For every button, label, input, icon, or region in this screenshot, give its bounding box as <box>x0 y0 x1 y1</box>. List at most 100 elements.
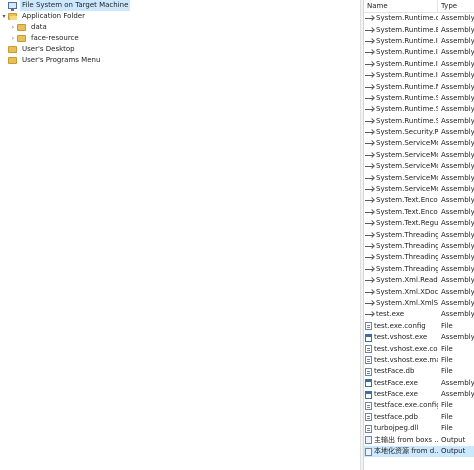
list-cell-name: testFace.exe <box>364 389 438 400</box>
list-row[interactable]: System.Runtime.N...Assembly <box>364 81 474 92</box>
file-name: System.Threading... <box>376 242 438 250</box>
reference-icon <box>365 141 374 146</box>
folder-icon <box>8 57 17 64</box>
list-row[interactable]: turbojpeg.dll File <box>364 423 474 434</box>
file-type: Assembly <box>441 390 474 399</box>
list-row[interactable]: test.vshost.exe Assembly <box>364 332 474 343</box>
list-row[interactable]: System.ServiceMo...Assembly <box>364 184 474 195</box>
reference-icon <box>365 62 374 67</box>
list-cell-name: 主输出 from boxs ... <box>364 435 438 446</box>
list-row[interactable]: testFace.exe Assembly <box>364 389 474 400</box>
file-name: System.Text.Enco... <box>376 196 438 205</box>
list-row[interactable]: System.Xml.XDoc...Assembly <box>364 286 474 297</box>
list-row[interactable]: System.Runtime.S...Assembly <box>364 93 474 104</box>
reference-icon <box>365 130 374 135</box>
collapse-arrow-icon[interactable]: ▾ <box>0 11 8 22</box>
list-row[interactable]: test.exe Assembly <box>364 309 474 320</box>
list-row[interactable]: testFace.exe Assembly <box>364 378 474 389</box>
list-row[interactable]: System.Threading...Assembly <box>364 252 474 263</box>
list-row[interactable]: testface.pdb File <box>364 412 474 423</box>
file-type: Assembly <box>441 310 474 319</box>
list-row[interactable]: System.Threading...Assembly <box>364 229 474 240</box>
list-cell-name: testface.exe.config <box>364 400 438 411</box>
reference-icon <box>365 176 374 181</box>
list-row[interactable]: System.Text.Enco... Assembly <box>364 195 474 206</box>
tree-item[interactable]: ▾ Application Folder <box>0 11 87 22</box>
reference-icon <box>365 290 374 295</box>
list-row[interactable]: 本地化资源 from d... Output <box>364 445 474 458</box>
tree-item[interactable]: File System on Target Machine <box>0 0 131 11</box>
tree-item[interactable]: User's Programs Menu <box>0 55 102 66</box>
list-row[interactable]: test.vshost.exe.ma...File <box>364 355 474 366</box>
application-icon <box>365 333 372 342</box>
reference-icon <box>365 312 374 317</box>
list-row[interactable]: 主输出 from boxs ... Output <box>364 434 474 445</box>
list-row[interactable]: System.Runtime.In...Assembly <box>364 36 474 47</box>
file-type: File <box>441 321 453 330</box>
tree-item[interactable]: › data <box>9 22 49 33</box>
application-icon <box>365 390 372 399</box>
list-cell-name: testface.pdb <box>364 412 438 423</box>
file-type: Assembly <box>441 162 474 171</box>
list-row[interactable]: System.Runtime.In...Assembly <box>364 59 474 70</box>
list-row[interactable]: System.Threading...Assembly <box>364 241 474 252</box>
list-row[interactable]: System.Text.Regul...Assembly <box>364 218 474 229</box>
output-icon <box>365 436 372 445</box>
list-row[interactable]: System.Runtime.In...Assembly <box>364 47 474 58</box>
reference-icon <box>365 73 374 78</box>
list-row[interactable]: System.Security.P... Assembly <box>364 127 474 138</box>
list-row[interactable]: test.exe.config File <box>364 321 474 332</box>
list-cell-name: System.Runtime.In... <box>364 59 438 70</box>
file-type: Assembly <box>441 207 474 216</box>
list-row[interactable]: test.vshost.exe.co... File <box>364 343 474 354</box>
list-cell-name: System.Runtime.S... <box>364 93 438 104</box>
list-row[interactable]: System.Runtime.dll Assembly <box>364 13 474 24</box>
file-name: System.Runtime.In... <box>376 48 438 57</box>
file-type: Assembly <box>441 185 474 194</box>
file-name: System.Security.P... <box>376 128 438 137</box>
list-cell-name: System.ServiceMo... <box>364 184 438 195</box>
list-cell-name: System.ServiceMo... <box>364 173 438 184</box>
file-type: File <box>441 424 453 433</box>
list-row[interactable]: System.Threading...Assembly <box>364 264 474 275</box>
column-header-type[interactable]: Type <box>438 0 474 12</box>
reference-icon <box>365 119 374 124</box>
list-row[interactable]: System.Runtime.S...Assembly <box>364 116 474 127</box>
file-type: Assembly <box>441 139 474 148</box>
list-row[interactable]: System.ServiceMo...Assembly <box>364 138 474 149</box>
file-type: Assembly <box>441 116 474 125</box>
tree-item[interactable]: › face-resource <box>9 33 81 44</box>
list-row[interactable]: System.ServiceMo...Assembly <box>364 161 474 172</box>
file-type: Assembly <box>441 333 474 342</box>
list-row[interactable]: System.Runtime.S...Assembly <box>364 104 474 115</box>
list-row[interactable]: System.Runtime.E...Assembly <box>364 24 474 35</box>
list-row[interactable]: System.Xml.Read... Assembly <box>364 275 474 286</box>
list-row[interactable]: System.Text.Enco... Assembly <box>364 207 474 218</box>
file-type: Assembly <box>441 287 474 296</box>
file-name: test.vshost.exe.ma... <box>374 355 438 364</box>
expand-arrow-icon[interactable]: › <box>9 22 17 33</box>
list-row[interactable]: System.ServiceMo...Assembly <box>364 172 474 183</box>
list-cell-name: System.Security.P... <box>364 127 438 138</box>
file-name: testFace.exe <box>374 378 418 387</box>
list-row[interactable]: System.ServiceMo...Assembly <box>364 150 474 161</box>
file-type: Assembly <box>441 196 474 205</box>
reference-icon <box>365 164 374 169</box>
list-row[interactable]: testface.exe.config File <box>364 400 474 411</box>
column-header-name[interactable]: Name <box>364 0 438 12</box>
tree-item-label: File System on Target Machine <box>20 0 131 11</box>
list-cell-name: System.Threading... <box>364 264 438 275</box>
tree-item[interactable]: User's Desktop <box>0 44 77 55</box>
file-name: System.Xml.XDoc... <box>376 287 438 296</box>
expand-arrow-icon[interactable]: › <box>9 33 17 44</box>
file-type: Assembly <box>441 173 474 182</box>
list-row[interactable]: System.Runtime.In...Assembly <box>364 70 474 81</box>
list-cell-name: System.Runtime.In... <box>364 70 438 81</box>
list-row[interactable]: System.Xml.XmlSe...Assembly <box>364 298 474 309</box>
list-row[interactable]: testFace.db File <box>364 366 474 377</box>
file-icon <box>365 356 372 365</box>
list-body: System.Runtime.dll Assembly System.Runtime… <box>364 13 474 458</box>
file-icon <box>365 424 372 433</box>
